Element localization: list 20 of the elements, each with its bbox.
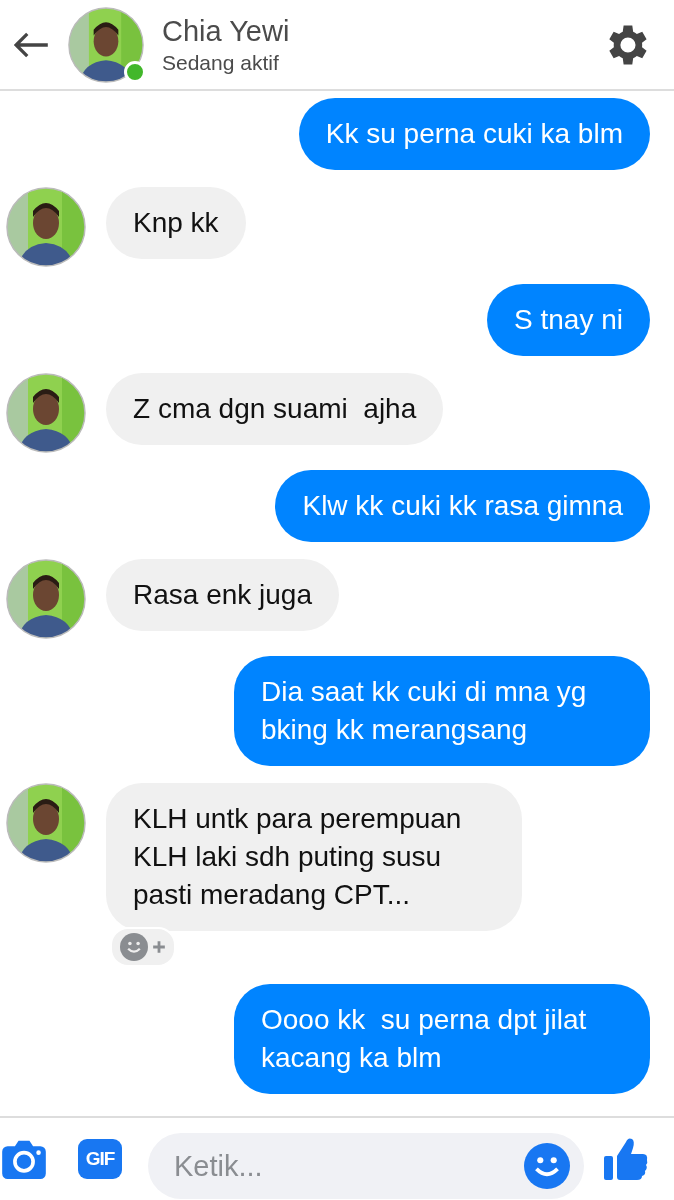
back-arrow-icon[interactable] bbox=[12, 30, 50, 59]
sent-message: Dia saat kk cuki di mna yg bking kk merangsang bbox=[234, 656, 650, 766]
received-message: Rasa enk juga bbox=[106, 559, 339, 631]
received-message: Knp kk bbox=[106, 187, 246, 259]
thumbs-up-icon[interactable] bbox=[604, 1136, 648, 1182]
smiley-icon[interactable] bbox=[524, 1143, 570, 1189]
contact-name[interactable]: Chia Yewi bbox=[162, 12, 600, 49]
sent-message: Klw kk cuki kk rasa gimna bbox=[275, 470, 650, 542]
camera-icon[interactable] bbox=[2, 1139, 46, 1179]
gif-button[interactable]: GIF bbox=[78, 1139, 122, 1179]
plus-icon bbox=[152, 940, 166, 954]
message-field[interactable]: Ketik... bbox=[148, 1133, 584, 1199]
message-input[interactable]: Ketik... bbox=[172, 1148, 524, 1184]
active-status: Sedang aktif bbox=[162, 49, 280, 76]
sent-message: Kk su perna cuki ka blm bbox=[298, 98, 650, 170]
smiley-icon bbox=[120, 933, 148, 961]
received-message: Z cma dgn suami ajha bbox=[106, 373, 444, 445]
received-message: KLH untk para perempuan KLH laki sdh puting susu pasti meradang CPT... bbox=[106, 783, 522, 931]
sent-message: Oooo kk su perna dpt jilat kacang ka blm bbox=[234, 984, 650, 1094]
sent-message: S tnay ni bbox=[487, 284, 650, 356]
